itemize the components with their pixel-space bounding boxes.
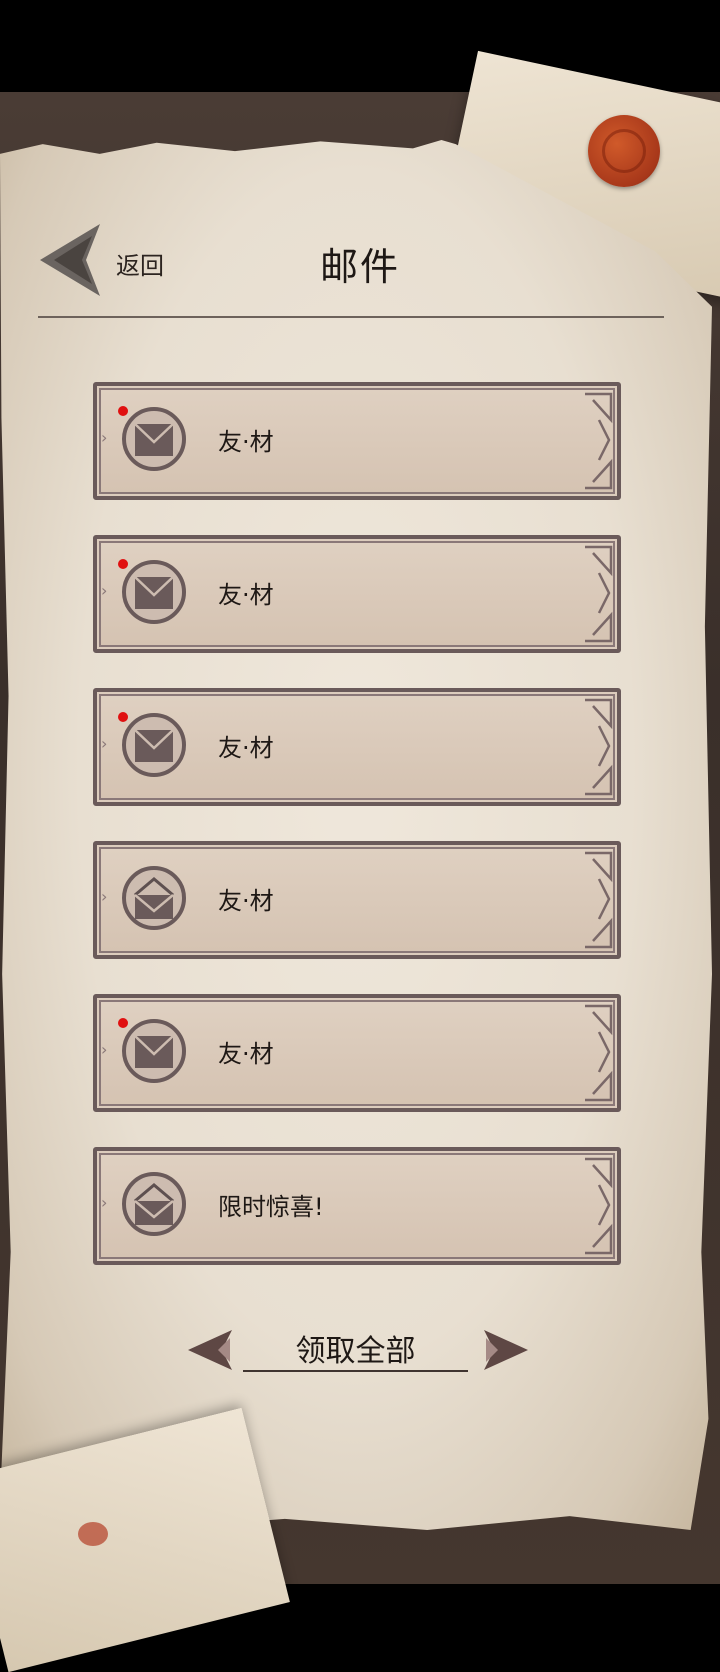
envelope-closed-icon bbox=[122, 407, 186, 471]
frame-notch-icon: › bbox=[101, 1040, 108, 1059]
wax-seal-icon bbox=[588, 115, 660, 187]
mail-item[interactable]: › 限时惊喜! bbox=[93, 1147, 621, 1265]
mail-title: 友·材 bbox=[218, 887, 274, 915]
frame-notch-icon: › bbox=[101, 734, 108, 753]
status-bar-area bbox=[0, 0, 720, 92]
paper-sheet bbox=[0, 140, 712, 1530]
mail-item[interactable]: › 友·材 bbox=[93, 841, 621, 959]
frame-corner-ornament-icon bbox=[585, 392, 613, 490]
envelope-closed-icon bbox=[122, 713, 186, 777]
envelope-closed-icon bbox=[122, 560, 186, 624]
mail-item[interactable]: › 友·材 bbox=[93, 994, 621, 1112]
mail-item[interactable]: › 友·材 bbox=[93, 382, 621, 500]
frame-corner-ornament-icon bbox=[585, 698, 613, 796]
frame-notch-icon: › bbox=[101, 1193, 108, 1212]
claim-all-button[interactable]: 领取全部 bbox=[188, 1326, 528, 1376]
frame-corner-ornament-icon bbox=[585, 1004, 613, 1102]
frame-notch-icon: › bbox=[101, 887, 108, 906]
unread-dot bbox=[118, 406, 128, 416]
frame-notch-icon: › bbox=[101, 428, 108, 447]
page-title: 邮件 bbox=[319, 245, 400, 289]
frame-corner-ornament-icon bbox=[585, 1157, 613, 1255]
unread-dot bbox=[118, 712, 128, 722]
mail-title: 限时惊喜! bbox=[218, 1193, 324, 1221]
wax-stamp-icon bbox=[78, 1522, 108, 1546]
frame-corner-ornament-icon bbox=[585, 545, 613, 643]
mail-item[interactable]: › 友·材 bbox=[93, 688, 621, 806]
right-arrow-icon bbox=[484, 1330, 528, 1370]
mail-title: 友·材 bbox=[218, 734, 274, 762]
claim-all-label: 领取全部 bbox=[295, 1334, 416, 1369]
envelope-open-icon bbox=[122, 866, 186, 930]
header-divider bbox=[38, 316, 664, 318]
unread-dot bbox=[118, 1018, 128, 1028]
frame-notch-icon: › bbox=[101, 581, 108, 600]
envelope-open-icon bbox=[122, 1172, 186, 1236]
envelope-closed-icon bbox=[122, 1019, 186, 1083]
mail-title: 友·材 bbox=[218, 1040, 274, 1068]
mail-title: 友·材 bbox=[218, 428, 274, 456]
claim-underline bbox=[243, 1370, 468, 1372]
frame-corner-ornament-icon bbox=[585, 851, 613, 949]
mail-item[interactable]: › 友·材 bbox=[93, 535, 621, 653]
mail-title: 友·材 bbox=[218, 581, 274, 609]
unread-dot bbox=[118, 559, 128, 569]
left-arrow-icon bbox=[188, 1330, 232, 1370]
